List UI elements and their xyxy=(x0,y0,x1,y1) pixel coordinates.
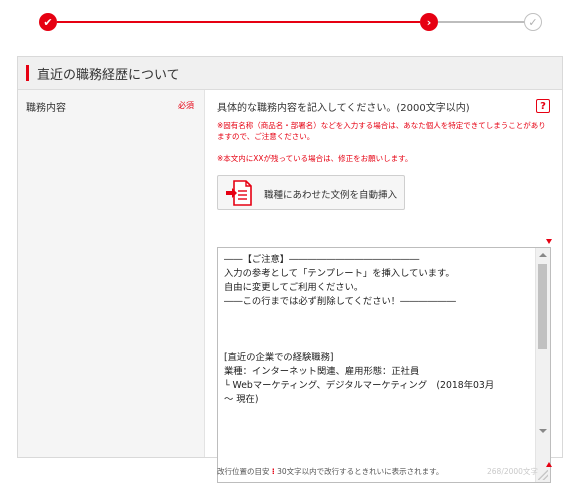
placeholder-note: ※本文内にXXが残っている場合は、修正をお願いします。 xyxy=(217,154,413,163)
progress-indicator: ✔ › ✓ xyxy=(0,0,580,40)
required-badge: 必須 xyxy=(178,101,194,110)
scroll-thumb[interactable] xyxy=(538,264,547,349)
line-guide-bottom-marker xyxy=(546,462,552,467)
step-1-check-icon: ✔ xyxy=(39,13,57,31)
section-title: 直近の職務経歴について xyxy=(37,68,180,83)
privacy-note: ※固有名称（商品名・部署名）などを入力する場合は、あなた個人を特定できてしまうこ… xyxy=(217,121,546,141)
textarea-content[interactable]: ――【ご注意】―――――――――――――― 入力の参考として「テンプレート」を挿… xyxy=(224,253,534,407)
resize-handle-icon[interactable] xyxy=(538,470,548,480)
scroll-up-arrow-icon[interactable] xyxy=(539,253,547,257)
job-description-textarea[interactable]: ――【ご注意】―――――――――――――― 入力の参考として「テンプレート」を挿… xyxy=(217,247,551,483)
field-instruction: 具体的な職務内容を記入してください。(2000文字以内) xyxy=(217,103,470,114)
step-3-check-outline-icon: ✓ xyxy=(524,13,542,31)
auto-insert-template-label: 職種にあわせた文例を自動挿入 xyxy=(264,190,398,201)
scroll-down-arrow-icon[interactable] xyxy=(539,429,547,433)
progress-line-completed xyxy=(57,21,420,23)
field-label-column: 職務内容 必須 xyxy=(18,90,205,457)
step-2-chevron-right-icon: › xyxy=(420,13,438,31)
line-guide-top-marker xyxy=(546,239,552,244)
auto-insert-template-button[interactable]: 職種にあわせた文例を自動挿入 xyxy=(217,175,405,210)
character-counter: 268/2000文字 xyxy=(487,467,538,476)
progress-line-remaining xyxy=(438,21,524,23)
line-guide-marker-icon: ⁝ xyxy=(271,467,275,476)
textarea-scrollbar[interactable] xyxy=(535,248,550,482)
document-insert-icon xyxy=(226,180,252,206)
line-break-guide-note: 改行位置の目安 ⁝ 30文字以内で改行するときれいに表示されます。 xyxy=(217,466,443,477)
help-icon[interactable]: ? xyxy=(536,99,550,113)
work-history-section: 直近の職務経歴について 職務内容 必須 具体的な職務内容を記入してください。(2… xyxy=(17,56,563,483)
section-accent-bar xyxy=(26,65,29,81)
line-break-guide-prefix: 改行位置の目安 xyxy=(217,467,270,476)
section-header: 直近の職務経歴について xyxy=(18,57,562,90)
field-label: 職務内容 xyxy=(26,103,66,114)
line-break-guide-suffix: 30文字以内で改行するときれいに表示されます。 xyxy=(277,467,444,476)
